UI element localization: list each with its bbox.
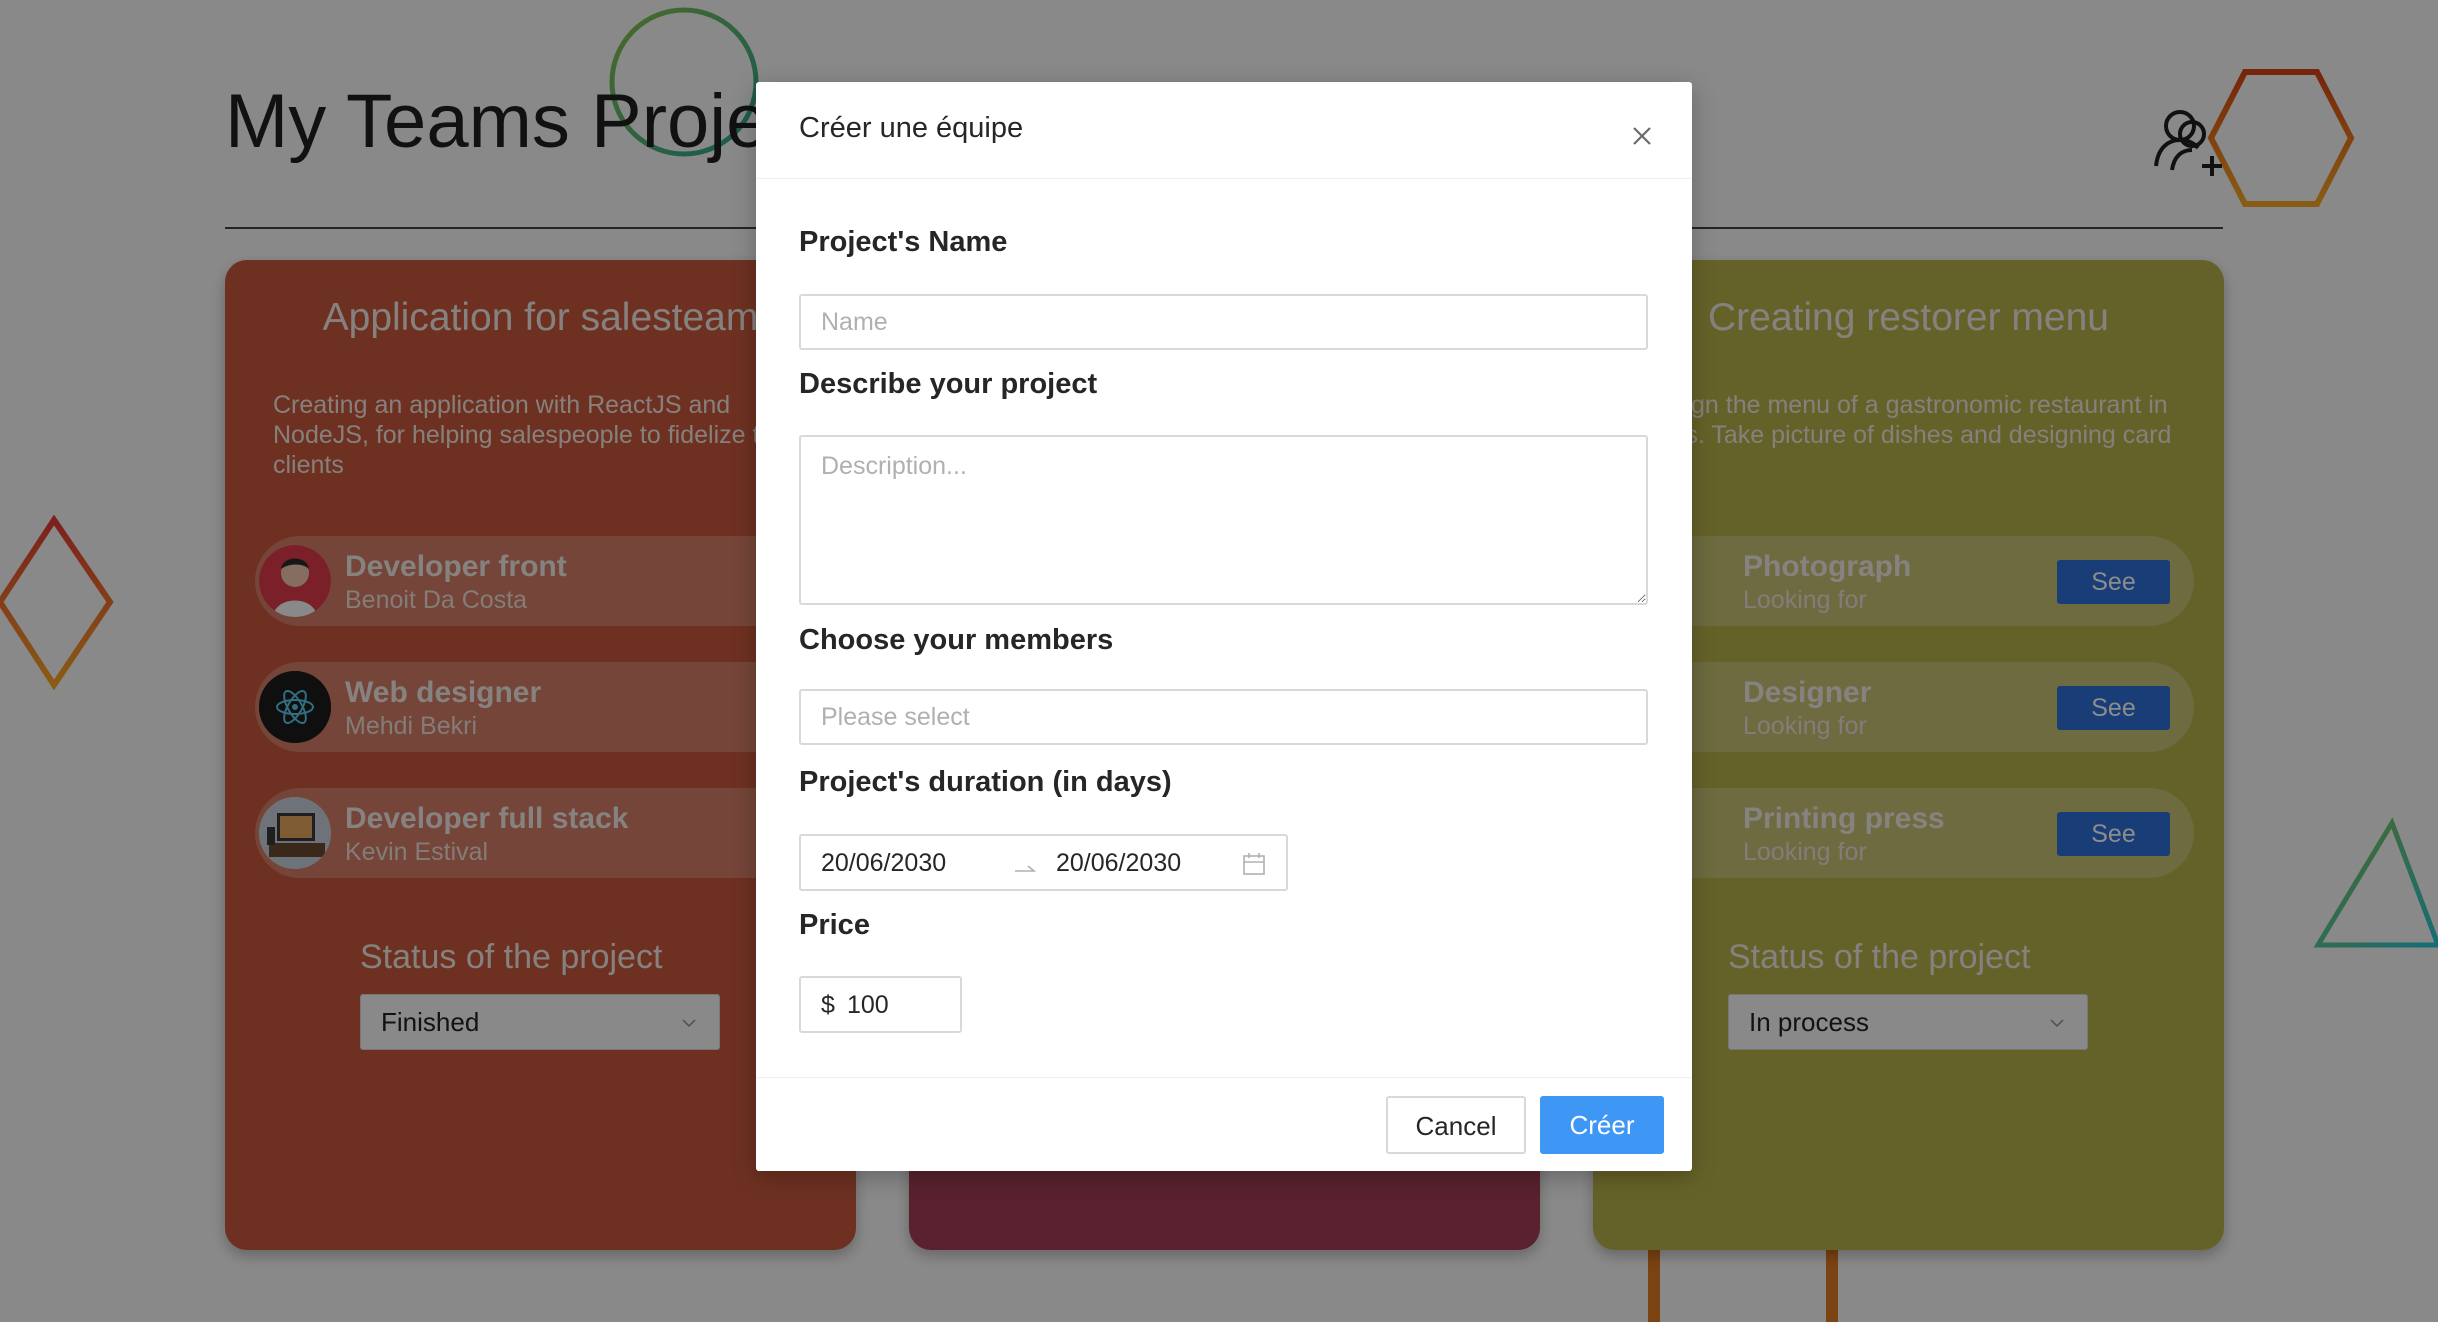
cancel-button[interactable]: Cancel bbox=[1386, 1096, 1526, 1154]
project-name-input[interactable] bbox=[799, 294, 1648, 350]
arrow-right-icon bbox=[1015, 865, 1036, 872]
close-icon[interactable] bbox=[1628, 122, 1656, 150]
currency-prefix: $ bbox=[821, 991, 835, 1019]
modal-header: Créer une équipe bbox=[756, 82, 1692, 179]
price-label: Price bbox=[799, 909, 870, 941]
members-select[interactable]: Please select bbox=[799, 689, 1648, 745]
description-label: Describe your project bbox=[799, 368, 1098, 400]
create-team-modal: Créer une équipe Project's Name Describe… bbox=[756, 82, 1692, 1171]
modal-title: Créer une équipe bbox=[799, 112, 1024, 144]
duration-label: Project's duration (in days) bbox=[799, 766, 1172, 798]
price-value[interactable]: 100 bbox=[847, 991, 889, 1020]
create-button[interactable]: Créer bbox=[1540, 1096, 1664, 1154]
price-input[interactable]: $ 100 bbox=[799, 976, 962, 1033]
app-root: My Teams Projects Application for salest… bbox=[0, 0, 2438, 1322]
description-textarea[interactable] bbox=[799, 435, 1648, 605]
duration-end[interactable]: 20/06/2030 bbox=[1056, 849, 1181, 878]
duration-range-picker[interactable]: 20/06/2030 20/06/2030 bbox=[799, 834, 1288, 891]
duration-start[interactable]: 20/06/2030 bbox=[821, 849, 946, 878]
project-name-label: Project's Name bbox=[799, 226, 1008, 258]
calendar-icon bbox=[1243, 853, 1265, 875]
members-label: Choose your members bbox=[799, 624, 1114, 656]
modal-footer: Cancel Créer bbox=[756, 1077, 1692, 1171]
